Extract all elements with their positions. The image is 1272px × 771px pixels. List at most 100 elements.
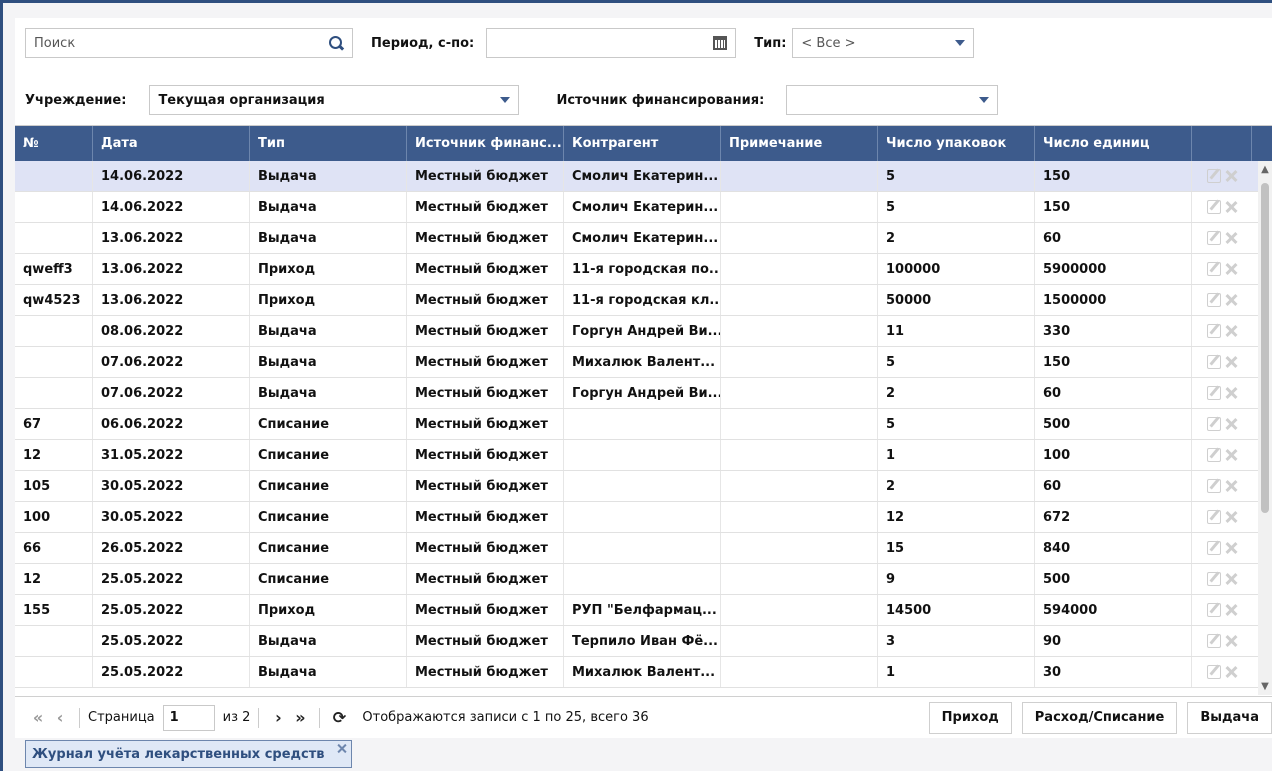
edit-icon[interactable] bbox=[1207, 510, 1221, 524]
edit-icon[interactable] bbox=[1207, 231, 1221, 245]
table-cell: 1 bbox=[878, 657, 1035, 687]
edit-icon[interactable] bbox=[1207, 603, 1221, 617]
delete-icon[interactable] bbox=[1225, 232, 1237, 244]
type-select[interactable]: < Все > bbox=[792, 28, 975, 58]
chevron-down-icon bbox=[979, 97, 990, 103]
table-row[interactable]: 155 25.05.2022 Приход Местный бюджет РУП "Бе… bbox=[15, 595, 1272, 626]
search-input[interactable]: Поиск bbox=[25, 28, 353, 58]
scroll-thumb[interactable] bbox=[1261, 183, 1269, 513]
table-row[interactable]: 100 30.05.2022 Списание Местный бюджет 12 672 bbox=[15, 502, 1272, 533]
tab-journal[interactable]: Журнал учёта лекарственных средств bbox=[25, 740, 352, 768]
column-header[interactable]: Источник финанс... bbox=[407, 126, 564, 161]
institution-select[interactable]: Текущая организация bbox=[149, 85, 520, 115]
delete-icon[interactable] bbox=[1225, 263, 1237, 275]
row-actions bbox=[1192, 657, 1252, 687]
page-of-label: из 2 bbox=[222, 710, 251, 725]
separator bbox=[79, 707, 80, 728]
column-header[interactable]: Число упаковок bbox=[878, 126, 1035, 161]
edit-icon[interactable] bbox=[1207, 541, 1221, 555]
table-row[interactable]: 25.05.2022 Выдача Местный бюджет Терпило Ив… bbox=[15, 626, 1272, 657]
table-row[interactable]: 66 26.05.2022 Списание Местный бюджет 15 840 bbox=[15, 533, 1272, 564]
income-button[interactable]: Приход bbox=[928, 701, 1012, 734]
page-number-input[interactable]: 1 bbox=[162, 704, 215, 731]
edit-icon[interactable] bbox=[1207, 169, 1221, 183]
table-cell bbox=[721, 657, 878, 687]
table-row[interactable]: 12 31.05.2022 Списание Местный бюджет 1 100 bbox=[15, 440, 1272, 471]
delete-icon[interactable] bbox=[1225, 325, 1237, 337]
edit-icon[interactable] bbox=[1207, 479, 1221, 493]
delete-icon[interactable] bbox=[1225, 201, 1237, 213]
funding-select[interactable] bbox=[786, 85, 999, 115]
table-cell: 14.06.2022 bbox=[93, 161, 250, 191]
table-cell: Выдача bbox=[250, 161, 407, 191]
table-cell: 25.05.2022 bbox=[93, 564, 250, 594]
search-icon[interactable] bbox=[328, 35, 344, 51]
table-row[interactable]: 14.06.2022 Выдача Местный бюджет Смолич Ека… bbox=[15, 192, 1272, 223]
calendar-icon[interactable] bbox=[713, 36, 728, 50]
column-header[interactable]: Контрагент bbox=[564, 126, 721, 161]
delete-icon[interactable] bbox=[1225, 511, 1237, 523]
table-cell bbox=[564, 409, 721, 439]
table-row[interactable]: 07.06.2022 Выдача Местный бюджет Горгун Анд… bbox=[15, 378, 1272, 409]
table-row[interactable]: 25.05.2022 Выдача Местный бюджет Михалюк Ва… bbox=[15, 657, 1272, 688]
last-page-icon[interactable]: » bbox=[289, 708, 311, 727]
expense-button[interactable]: Расход/Списание bbox=[1021, 701, 1178, 734]
table-row[interactable]: qw4523 13.06.2022 Приход Местный бюджет 11-я… bbox=[15, 285, 1272, 316]
vertical-scrollbar[interactable]: ▲ ▼ bbox=[1258, 161, 1272, 695]
scroll-down-icon[interactable]: ▼ bbox=[1260, 682, 1270, 692]
first-page-icon[interactable]: « bbox=[27, 708, 49, 727]
page-label: Страница bbox=[88, 710, 155, 725]
close-icon[interactable] bbox=[338, 744, 347, 753]
table-row[interactable]: 105 30.05.2022 Списание Местный бюджет 2 60 bbox=[15, 471, 1272, 502]
table-row[interactable]: 13.06.2022 Выдача Местный бюджет Смолич Ека… bbox=[15, 223, 1272, 254]
edit-icon[interactable] bbox=[1207, 262, 1221, 276]
edit-icon[interactable] bbox=[1207, 200, 1221, 214]
delete-icon[interactable] bbox=[1225, 294, 1237, 306]
table-cell: 25.05.2022 bbox=[93, 657, 250, 687]
table-row[interactable]: 12 25.05.2022 Списание Местный бюджет 9 500 bbox=[15, 564, 1272, 595]
table-cell bbox=[721, 533, 878, 563]
issue-button[interactable]: Выдача bbox=[1187, 701, 1272, 734]
delete-icon[interactable] bbox=[1225, 418, 1237, 430]
delete-icon[interactable] bbox=[1225, 170, 1237, 182]
delete-icon[interactable] bbox=[1225, 604, 1237, 616]
delete-icon[interactable] bbox=[1225, 480, 1237, 492]
table-row[interactable]: 07.06.2022 Выдача Местный бюджет Михалюк Ва… bbox=[15, 347, 1272, 378]
period-input[interactable] bbox=[486, 28, 737, 58]
delete-icon[interactable] bbox=[1225, 635, 1237, 647]
column-header[interactable]: Примечание bbox=[721, 126, 878, 161]
delete-icon[interactable] bbox=[1225, 666, 1237, 678]
edit-icon[interactable] bbox=[1207, 417, 1221, 431]
table-row[interactable]: qweff3 13.06.2022 Приход Местный бюджет 11-я… bbox=[15, 254, 1272, 285]
table-cell bbox=[721, 192, 878, 222]
column-header[interactable]: Дата bbox=[93, 126, 250, 161]
prev-page-icon[interactable]: ‹ bbox=[49, 708, 71, 727]
edit-icon[interactable] bbox=[1207, 324, 1221, 338]
delete-icon[interactable] bbox=[1225, 356, 1237, 368]
delete-icon[interactable] bbox=[1225, 387, 1237, 399]
edit-icon[interactable] bbox=[1207, 665, 1221, 679]
column-header[interactable]: Тип bbox=[250, 126, 407, 161]
edit-icon[interactable] bbox=[1207, 634, 1221, 648]
column-header[interactable]: № bbox=[15, 126, 93, 161]
table-cell: 08.06.2022 bbox=[93, 316, 250, 346]
next-page-icon[interactable]: › bbox=[267, 708, 289, 727]
table-row[interactable]: 08.06.2022 Выдача Местный бюджет Горгун Анд… bbox=[15, 316, 1272, 347]
column-header[interactable] bbox=[1192, 126, 1252, 161]
edit-icon[interactable] bbox=[1207, 386, 1221, 400]
edit-icon[interactable] bbox=[1207, 448, 1221, 462]
delete-icon[interactable] bbox=[1225, 542, 1237, 554]
refresh-icon[interactable]: ⟳ bbox=[328, 708, 350, 727]
edit-icon[interactable] bbox=[1207, 572, 1221, 586]
edit-icon[interactable] bbox=[1207, 293, 1221, 307]
table-cell: Местный бюджет bbox=[407, 440, 564, 470]
table-row[interactable]: 14.06.2022 Выдача Местный бюджет Смолич Ека… bbox=[15, 161, 1272, 192]
delete-icon[interactable] bbox=[1225, 573, 1237, 585]
scroll-up-icon[interactable]: ▲ bbox=[1260, 165, 1270, 175]
table-cell bbox=[721, 564, 878, 594]
delete-icon[interactable] bbox=[1225, 449, 1237, 461]
edit-icon[interactable] bbox=[1207, 355, 1221, 369]
table-row[interactable]: 67 06.06.2022 Списание Местный бюджет 5 500 bbox=[15, 409, 1272, 440]
column-header[interactable]: Число единиц bbox=[1035, 126, 1192, 161]
table-cell bbox=[15, 626, 93, 656]
